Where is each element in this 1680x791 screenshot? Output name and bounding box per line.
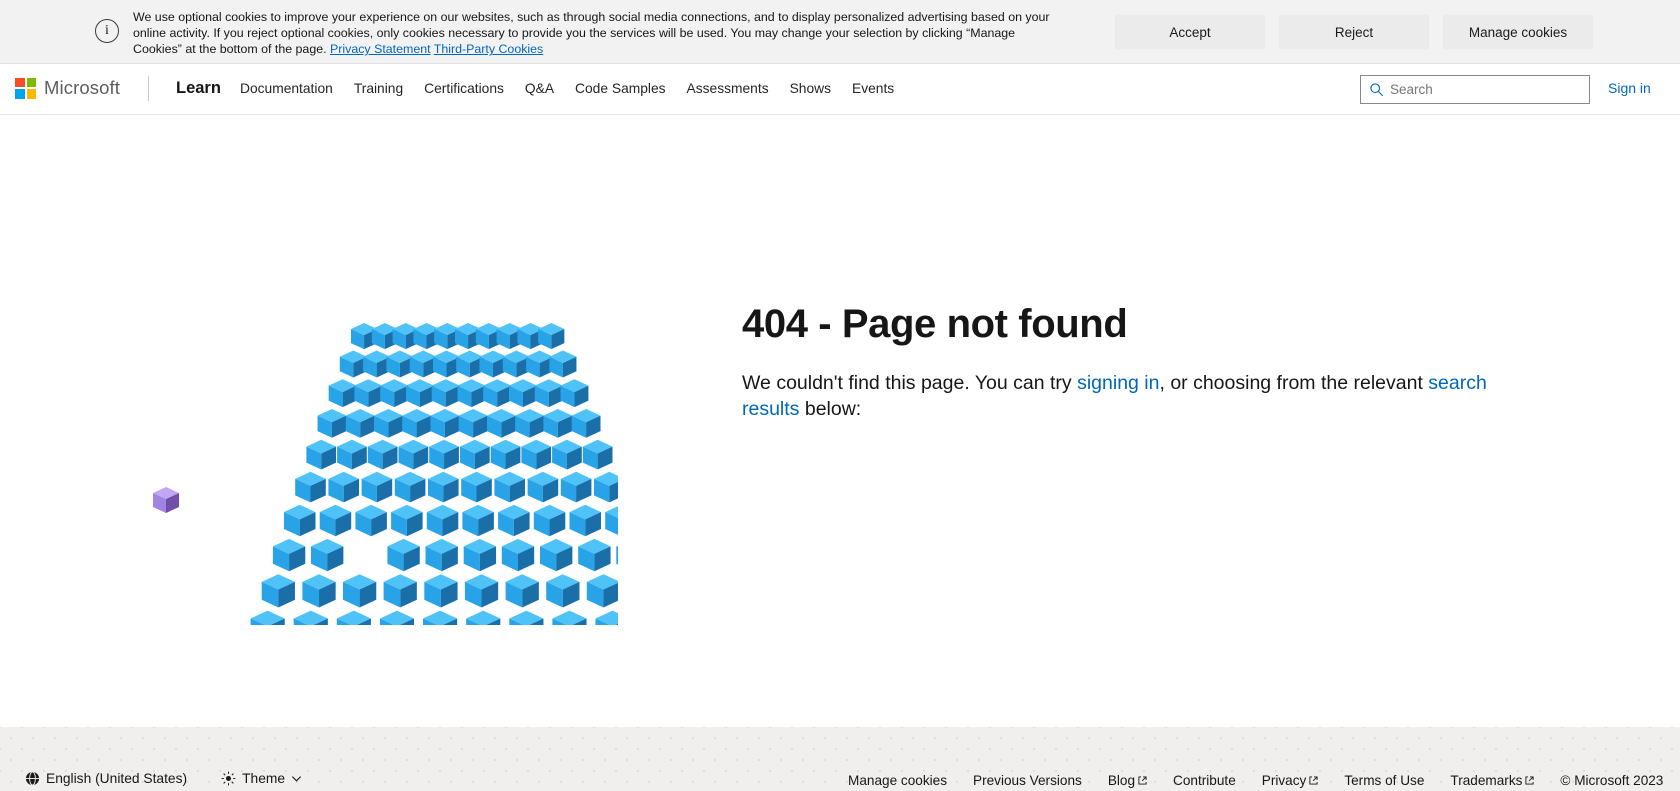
info-glyph: i bbox=[105, 23, 109, 38]
footer-link-terms-of-use[interactable]: Terms of Use bbox=[1344, 773, 1424, 788]
theme-label: Theme bbox=[242, 771, 286, 786]
footer-link-label: Contribute bbox=[1173, 773, 1236, 788]
nav-item-shows[interactable]: Shows bbox=[790, 81, 831, 96]
globe-icon bbox=[25, 771, 40, 786]
error-text-1: We couldn't find this page. You can try bbox=[742, 372, 1078, 394]
theme-selector[interactable]: Theme bbox=[221, 771, 302, 786]
copyright-text: © Microsoft 2023 bbox=[1560, 773, 1664, 788]
cookie-banner-message: We use optional cookies to improve your … bbox=[133, 10, 1050, 57]
main-content: 404 - Page not found We couldn't find th… bbox=[0, 115, 1680, 727]
nav-item-certifications[interactable]: Certifications bbox=[424, 81, 504, 96]
search-input[interactable] bbox=[1390, 82, 1581, 97]
external-link-icon bbox=[1309, 776, 1318, 785]
footer-link-blog[interactable]: Blog bbox=[1108, 773, 1147, 788]
language-label: English (United States) bbox=[46, 771, 188, 786]
footer-controls: English (United States) Theme bbox=[25, 771, 302, 786]
sign-in-link[interactable]: Sign in bbox=[1608, 80, 1651, 96]
external-link-icon bbox=[1138, 776, 1147, 785]
nav-item-code-samples[interactable]: Code Samples bbox=[575, 81, 666, 96]
microsoft-wordmark: Microsoft bbox=[44, 77, 120, 98]
nav-item-documentation[interactable]: Documentation bbox=[240, 81, 333, 96]
error-description: We couldn't find this page. You can try … bbox=[742, 370, 1532, 422]
site-header: Microsoft Learn Documentation Training C… bbox=[0, 64, 1680, 115]
microsoft-logo-link[interactable]: Microsoft bbox=[15, 77, 120, 99]
search-icon bbox=[1370, 83, 1384, 97]
external-link-icon bbox=[1525, 776, 1534, 785]
privacy-statement-link[interactable]: Privacy Statement bbox=[330, 42, 431, 56]
sun-icon bbox=[221, 771, 236, 786]
third-party-cookies-link[interactable]: Third-Party Cookies bbox=[434, 42, 543, 56]
error-text-2: , or choosing from the relevant bbox=[1159, 372, 1429, 394]
language-selector[interactable]: English (United States) bbox=[25, 771, 187, 786]
error-text-3: below: bbox=[799, 398, 862, 420]
nav-item-events[interactable]: Events bbox=[852, 81, 894, 96]
cookie-consent-banner: i We use optional cookies to improve you… bbox=[0, 0, 1680, 64]
footer-link-contribute[interactable]: Contribute bbox=[1173, 773, 1236, 788]
cookie-banner-text: We use optional cookies to improve your … bbox=[133, 9, 1063, 58]
footer-link-label: Manage cookies bbox=[848, 773, 947, 788]
footer-link-trademarks[interactable]: Trademarks bbox=[1450, 773, 1534, 788]
cube-grid-illustration bbox=[153, 323, 618, 625]
reject-cookies-button[interactable]: Reject bbox=[1279, 15, 1429, 49]
footer-link-label: Blog bbox=[1107, 773, 1136, 788]
search-box[interactable] bbox=[1360, 75, 1590, 104]
chevron-down-icon bbox=[292, 776, 302, 782]
page-title: 404 - Page not found bbox=[742, 302, 1128, 346]
main-navigation: Documentation Training Certifications Q&… bbox=[240, 81, 894, 96]
cookie-banner-buttons: Accept Reject Manage cookies bbox=[1115, 15, 1593, 49]
footer-link-label: Terms of Use bbox=[1344, 773, 1425, 788]
accept-cookies-button[interactable]: Accept bbox=[1115, 15, 1265, 49]
footer-link-previous-versions[interactable]: Previous Versions bbox=[973, 773, 1082, 788]
site-footer: English (United States) Theme Manage coo… bbox=[0, 727, 1680, 791]
nav-item-assessments[interactable]: Assessments bbox=[687, 81, 769, 96]
footer-link-privacy[interactable]: Privacy bbox=[1262, 773, 1319, 788]
error-block: 404 - Page not found We couldn't find th… bbox=[742, 301, 1532, 422]
nav-item-qna[interactable]: Q&A bbox=[525, 81, 554, 96]
signing-in-link[interactable]: signing in bbox=[1077, 372, 1159, 394]
detached-purple-cube bbox=[153, 487, 179, 513]
footer-link-manage-cookies[interactable]: Manage cookies bbox=[848, 773, 947, 788]
manage-cookies-button[interactable]: Manage cookies bbox=[1443, 15, 1593, 49]
footer-link-label: Privacy bbox=[1261, 773, 1307, 788]
microsoft-logo-icon bbox=[15, 77, 36, 99]
footer-links: Manage cookies Previous Versions Blog Co… bbox=[848, 773, 1663, 788]
header-divider bbox=[148, 76, 149, 101]
learn-brand-link[interactable]: Learn bbox=[176, 79, 221, 98]
footer-link-label: Trademarks bbox=[1450, 773, 1523, 788]
nav-item-training[interactable]: Training bbox=[354, 81, 403, 96]
footer-link-label: Previous Versions bbox=[973, 773, 1082, 788]
info-circle-icon: i bbox=[95, 19, 119, 43]
